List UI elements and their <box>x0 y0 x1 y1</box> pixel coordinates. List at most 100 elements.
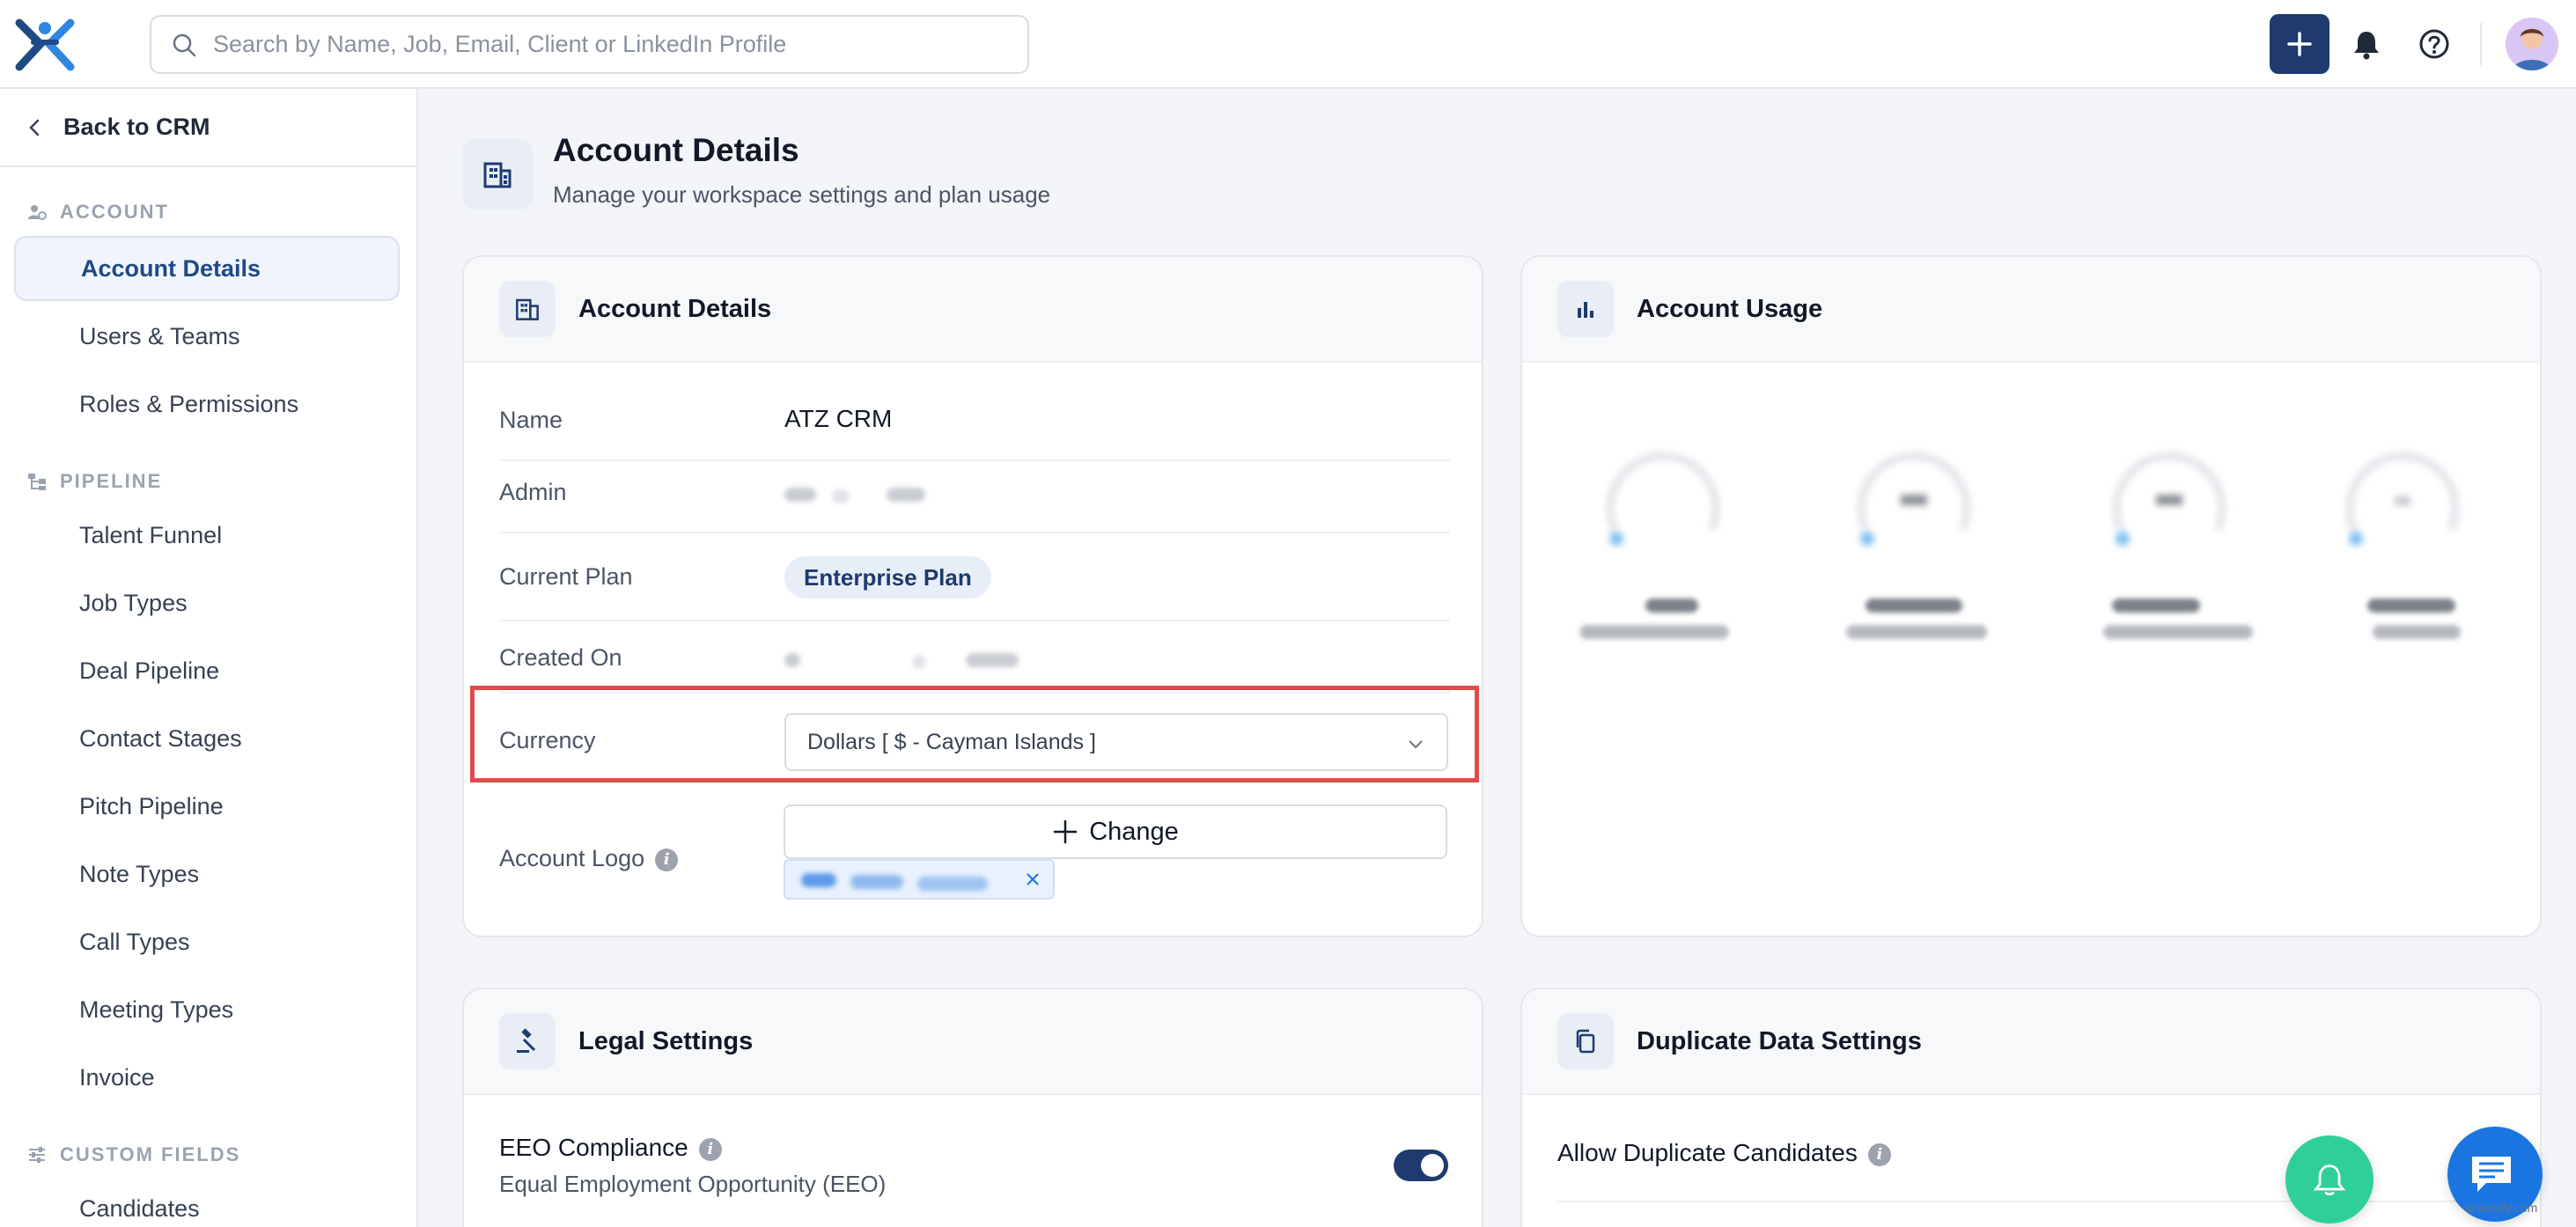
account-usage-card-header: Account Usage <box>1522 257 2540 363</box>
sidebar-item-label: Users & Teams <box>79 322 240 349</box>
chevron-left-icon <box>29 119 40 136</box>
admin-value-redacted <box>887 488 925 502</box>
user-avatar[interactable] <box>2506 18 2558 70</box>
gavel-icon <box>517 1028 536 1053</box>
sidebar-item-label: Candidates <box>79 1194 200 1222</box>
uploaded-logo-chip <box>784 859 1055 900</box>
usage-label-redacted <box>2373 625 2461 639</box>
usage-label-redacted <box>2112 599 2200 613</box>
sidebar-item-contact-stages[interactable]: Contact Stages <box>14 706 400 771</box>
sidebar-item-note-types[interactable]: Note Types <box>14 841 400 907</box>
info-icon[interactable]: i <box>698 1137 722 1161</box>
eeo-compliance-toggle[interactable] <box>1394 1150 1448 1181</box>
sidebar-item-pitch-pipeline[interactable]: Pitch Pipeline <box>14 774 400 839</box>
created-on-value-redacted <box>966 653 1019 667</box>
admin-value-redacted <box>784 488 816 502</box>
plan-badge: Enterprise Plan <box>784 556 991 599</box>
building-icon <box>483 162 512 188</box>
sidebar-item-talent-funnel[interactable]: Talent Funnel <box>14 503 400 568</box>
sidebar-item-label: Account Details <box>81 254 261 282</box>
duplicate-data-card-icon <box>1557 1013 1614 1069</box>
top-bar: Search by Name, Job, Email, Client or Li… <box>0 0 2576 89</box>
account-usage-card: Account Usage <box>1520 255 2542 937</box>
allow-duplicate-candidates-text: Allow Duplicate Candidates <box>1557 1139 1858 1166</box>
account-details-card-icon <box>499 281 556 337</box>
sidebar-item-meeting-types[interactable]: Meeting Types <box>14 977 400 1042</box>
usage-label-redacted <box>2367 599 2455 613</box>
back-to-crm-link[interactable]: Back to CRM <box>0 89 416 167</box>
info-icon[interactable]: i <box>1867 1143 1891 1166</box>
sidebar-item-label: Meeting Types <box>79 996 234 1023</box>
current-plan-row: Current Plan Enterprise Plan <box>499 533 1450 621</box>
notifications-fab[interactable] <box>2285 1135 2374 1223</box>
pipeline-section-icon <box>28 474 46 490</box>
sidebar-item-label: Invoice <box>79 1063 155 1091</box>
usage-gauge <box>1606 452 1720 546</box>
sidebar-item-call-types[interactable]: Call Types <box>14 909 400 974</box>
account-section-icon <box>28 205 47 220</box>
sidebar-item-label: Note Types <box>79 860 200 887</box>
logo-filename-redacted <box>917 877 988 891</box>
current-plan-label: Current Plan <box>499 563 633 590</box>
legal-settings-card: Legal Settings EEO Compliance i Equal Emp… <box>462 988 1483 1227</box>
sidebar-item-roles-permissions[interactable]: Roles & Permissions <box>14 371 400 437</box>
watermark: annotely.com <box>2465 1201 2538 1215</box>
sidebar-item-invoice[interactable]: Invoice <box>14 1045 400 1110</box>
usage-gauge <box>1857 452 1971 546</box>
allow-duplicate-candidates-label: Allow Duplicate Candidates i <box>1557 1139 1891 1167</box>
eeo-compliance-description: Equal Employment Opportunity (EEO) <box>499 1171 887 1197</box>
change-logo-label: Change <box>1089 817 1179 846</box>
search-input[interactable]: Search by Name, Job, Email, Client or Li… <box>150 15 1029 74</box>
search-placeholder: Search by Name, Job, Email, Client or Li… <box>213 31 787 57</box>
duplicate-data-settings-card: Duplicate Data Settings Allow Duplicate … <box>1520 988 2542 1227</box>
page-subtitle: Manage your workspace settings and plan … <box>553 181 1051 208</box>
usage-label-redacted <box>1579 625 1729 639</box>
legal-settings-card-icon <box>499 1013 556 1069</box>
plus-icon <box>2287 32 2312 56</box>
chat-icon <box>2472 1157 2511 1192</box>
change-logo-button[interactable]: Change <box>784 805 1447 859</box>
bar-chart-icon <box>1578 302 1593 318</box>
notifications-bell-icon[interactable] <box>2349 26 2384 62</box>
close-icon[interactable] <box>1023 870 1042 889</box>
help-icon[interactable] <box>2417 26 2452 62</box>
page-title: Account Details <box>553 132 799 168</box>
usage-label-redacted <box>2103 625 2253 639</box>
sidebar-item-label: Roles & Permissions <box>79 390 299 417</box>
name-label: Name <box>499 407 563 433</box>
back-to-crm-label: Back to CRM <box>63 114 210 140</box>
sidebar-item-candidates[interactable]: Candidates <box>14 1176 400 1227</box>
admin-row: Admin <box>499 461 1450 533</box>
logo-filename-redacted <box>801 873 836 887</box>
created-on-label: Created On <box>499 644 622 671</box>
sidebar-item-label: Job Types <box>79 589 188 616</box>
account-logo-label-text: Account Logo <box>499 845 645 871</box>
add-button[interactable] <box>2270 14 2329 74</box>
section-account: ACCOUNT <box>26 201 169 224</box>
usage-label-redacted <box>1645 599 1698 613</box>
sidebar-item-users-teams[interactable]: Users & Teams <box>14 304 400 369</box>
app-logo-icon[interactable] <box>14 16 76 72</box>
sidebar-item-deal-pipeline[interactable]: Deal Pipeline <box>14 638 400 703</box>
usage-label-redacted <box>1866 599 1962 613</box>
created-on-value-redacted <box>784 653 800 667</box>
account-logo-label: Account Logo i <box>499 845 679 872</box>
created-on-row: Created On <box>499 621 1450 694</box>
sidebar-item-job-types[interactable]: Job Types <box>14 570 400 636</box>
sidebar-item-label: Contact Stages <box>79 724 242 752</box>
bell-outline-icon <box>2313 1165 2346 1196</box>
copy-icon <box>1576 1029 1595 1054</box>
name-value: ATZ CRM <box>784 405 893 432</box>
building-icon <box>516 298 539 320</box>
legal-settings-card-header: Legal Settings <box>464 989 1482 1095</box>
settings-sidebar: Back to CRM ACCOUNT Account Details User… <box>0 89 418 1227</box>
usage-gauge <box>2345 452 2460 546</box>
info-icon[interactable]: i <box>655 848 679 871</box>
search-icon <box>173 33 196 56</box>
section-pipeline-label: PIPELINE <box>60 470 163 492</box>
sidebar-item-account-details[interactable]: Account Details <box>14 236 400 301</box>
section-custom-fields-label: CUSTOM FIELDS <box>60 1143 241 1165</box>
duplicate-data-card-title: Duplicate Data Settings <box>1637 1026 1922 1055</box>
created-on-value-redacted <box>913 655 925 669</box>
usage-gauge <box>2112 452 2226 546</box>
